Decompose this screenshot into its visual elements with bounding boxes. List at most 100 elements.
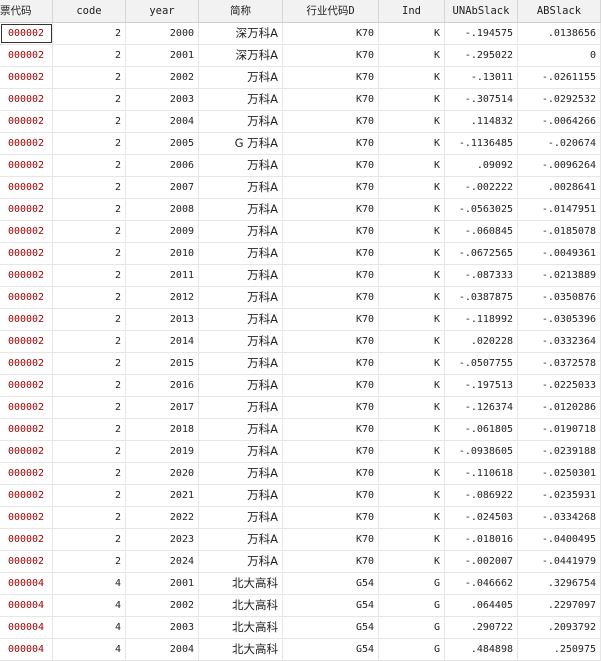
cell-code[interactable]: 2: [53, 331, 126, 352]
cell-unabslack[interactable]: -.1136485: [445, 133, 518, 154]
cell-ind[interactable]: K: [379, 265, 445, 286]
cell-year[interactable]: 2004: [126, 111, 199, 132]
cell-industry-code[interactable]: K70: [283, 529, 379, 550]
cell-industry-code[interactable]: K70: [283, 67, 379, 88]
cell-industry-code[interactable]: K70: [283, 199, 379, 220]
cell-unabslack[interactable]: -.024503: [445, 507, 518, 528]
cell-abslack[interactable]: -.0250301: [518, 463, 601, 484]
cell-industry-code[interactable]: K70: [283, 353, 379, 374]
cell-unabslack[interactable]: -.110618: [445, 463, 518, 484]
cell-abslack[interactable]: .250975: [518, 639, 601, 660]
table-row[interactable]: 000002 2 2014 万科A K70 K .020228 -.0332364: [0, 331, 601, 353]
cell-abslack[interactable]: -.0225033: [518, 375, 601, 396]
cell-short-name[interactable]: 万科A: [199, 397, 283, 418]
cell-short-name[interactable]: 深万科A: [199, 23, 283, 44]
cell-ind[interactable]: K: [379, 397, 445, 418]
cell-year[interactable]: 2004: [126, 639, 199, 660]
cell-ind[interactable]: K: [379, 441, 445, 462]
column-header-year[interactable]: year: [126, 0, 199, 22]
cell-abslack[interactable]: -.0049361: [518, 243, 601, 264]
cell-abslack[interactable]: -.0096264: [518, 155, 601, 176]
cell-short-name[interactable]: 万科A: [199, 485, 283, 506]
column-header-ind[interactable]: Ind: [379, 0, 445, 22]
cell-short-name[interactable]: 万科A: [199, 529, 283, 550]
cell-stock-code[interactable]: 000002: [0, 507, 53, 528]
cell-code[interactable]: 2: [53, 529, 126, 550]
cell-code[interactable]: 2: [53, 507, 126, 528]
cell-ind[interactable]: K: [379, 507, 445, 528]
cell-year[interactable]: 2013: [126, 309, 199, 330]
cell-short-name[interactable]: 北大高科: [199, 573, 283, 594]
cell-short-name[interactable]: 万科A: [199, 111, 283, 132]
cell-year[interactable]: 2006: [126, 155, 199, 176]
table-row[interactable]: 000002 2 2013 万科A K70 K -.118992 -.0305396: [0, 309, 601, 331]
cell-unabslack[interactable]: .09092: [445, 155, 518, 176]
cell-industry-code[interactable]: K70: [283, 375, 379, 396]
cell-code[interactable]: 2: [53, 45, 126, 66]
cell-year[interactable]: 2008: [126, 199, 199, 220]
cell-stock-code[interactable]: 000002: [0, 529, 53, 550]
cell-ind[interactable]: K: [379, 89, 445, 110]
cell-year[interactable]: 2001: [126, 45, 199, 66]
cell-unabslack[interactable]: -.046662: [445, 573, 518, 594]
cell-abslack[interactable]: -.0332364: [518, 331, 601, 352]
cell-unabslack[interactable]: -.0563025: [445, 199, 518, 220]
cell-year[interactable]: 2002: [126, 67, 199, 88]
cell-short-name[interactable]: 万科A: [199, 419, 283, 440]
cell-code[interactable]: 2: [53, 199, 126, 220]
cell-abslack[interactable]: -.0185078: [518, 221, 601, 242]
cell-stock-code[interactable]: 000002: [0, 23, 53, 44]
cell-year[interactable]: 2021: [126, 485, 199, 506]
cell-ind[interactable]: G: [379, 595, 445, 616]
column-header-industry-code[interactable]: 行业代码D: [283, 0, 379, 22]
cell-stock-code[interactable]: 000002: [0, 287, 53, 308]
cell-year[interactable]: 2010: [126, 243, 199, 264]
cell-short-name[interactable]: 万科A: [199, 243, 283, 264]
cell-stock-code[interactable]: 000002: [0, 177, 53, 198]
table-row[interactable]: 000002 2 2004 万科A K70 K .114832 -.0064266: [0, 111, 601, 133]
table-row[interactable]: 000002 2 2018 万科A K70 K -.061805 -.0190718: [0, 419, 601, 441]
cell-abslack[interactable]: -.0120286: [518, 397, 601, 418]
cell-stock-code[interactable]: 000004: [0, 573, 53, 594]
cell-code[interactable]: 2: [53, 353, 126, 374]
cell-code[interactable]: 2: [53, 485, 126, 506]
cell-unabslack[interactable]: -.118992: [445, 309, 518, 330]
cell-short-name[interactable]: 万科A: [199, 221, 283, 242]
cell-unabslack[interactable]: -.13011: [445, 67, 518, 88]
cell-code[interactable]: 2: [53, 177, 126, 198]
table-row[interactable]: 000004 4 2003 北大高科 G54 G .290722.2093792: [0, 617, 601, 639]
cell-short-name[interactable]: 万科A: [199, 353, 283, 374]
cell-stock-code[interactable]: 000002: [0, 463, 53, 484]
table-row[interactable]: 000002 2 2007 万科A K70 K -.002222.0028641: [0, 177, 601, 199]
cell-year[interactable]: 2009: [126, 221, 199, 242]
table-row[interactable]: 000002 2 2017 万科A K70 K -.126374 -.0120286: [0, 397, 601, 419]
cell-code[interactable]: 2: [53, 89, 126, 110]
cell-year[interactable]: 2005: [126, 133, 199, 154]
cell-code[interactable]: 2: [53, 221, 126, 242]
cell-short-name[interactable]: 北大高科: [199, 639, 283, 660]
cell-unabslack[interactable]: -.002007: [445, 551, 518, 572]
cell-stock-code[interactable]: 000002: [0, 353, 53, 374]
cell-unabslack[interactable]: .020228: [445, 331, 518, 352]
cell-short-name[interactable]: 万科A: [199, 89, 283, 110]
cell-stock-code[interactable]: 000002: [0, 419, 53, 440]
cell-unabslack[interactable]: -.0672565: [445, 243, 518, 264]
table-row[interactable]: 000002 2 2019 万科A K70 K -.0938605 -.0239188: [0, 441, 601, 463]
cell-code[interactable]: 2: [53, 111, 126, 132]
cell-code[interactable]: 2: [53, 441, 126, 462]
cell-year[interactable]: 2012: [126, 287, 199, 308]
cell-ind[interactable]: K: [379, 243, 445, 264]
table-row[interactable]: 000002 2 2001 深万科A K70 K -.295022 0: [0, 45, 601, 67]
cell-industry-code[interactable]: K70: [283, 221, 379, 242]
column-header-unabslack[interactable]: UNAbSlack: [445, 0, 518, 22]
cell-stock-code[interactable]: 000002: [0, 155, 53, 176]
cell-code[interactable]: 2: [53, 67, 126, 88]
cell-abslack[interactable]: -.0350876: [518, 287, 601, 308]
cell-stock-code[interactable]: 000002: [0, 331, 53, 352]
cell-abslack[interactable]: -.0239188: [518, 441, 601, 462]
cell-industry-code[interactable]: K70: [283, 287, 379, 308]
cell-code[interactable]: 2: [53, 287, 126, 308]
cell-year[interactable]: 2016: [126, 375, 199, 396]
cell-unabslack[interactable]: -.126374: [445, 397, 518, 418]
cell-abslack[interactable]: -.0334268: [518, 507, 601, 528]
